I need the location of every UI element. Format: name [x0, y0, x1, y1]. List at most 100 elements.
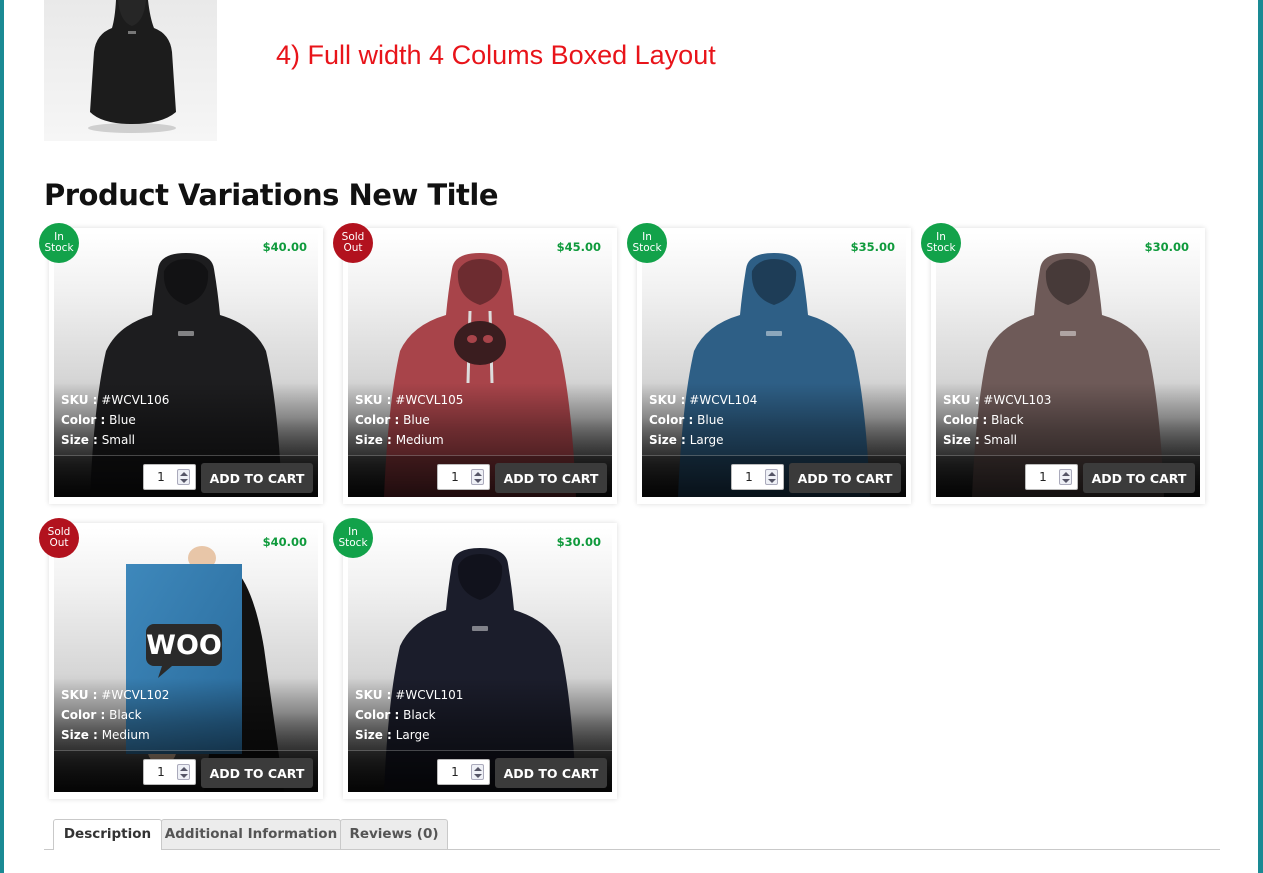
quantity-value[interactable]: 1 [438, 765, 472, 779]
add-to-cart-button[interactable]: ADD TO CART [1083, 463, 1195, 493]
size-value: Medium [395, 433, 444, 447]
size-label: Size : [649, 433, 686, 447]
product-price: $40.00 [262, 535, 307, 549]
svg-text:WOO: WOO [146, 630, 222, 661]
add-to-cart-button[interactable]: ADD TO CART [495, 758, 607, 788]
quantity-value[interactable]: 1 [438, 470, 472, 484]
add-to-cart-button[interactable]: ADD TO CART [201, 758, 313, 788]
color-label: Color : [355, 708, 400, 722]
quantity-value[interactable]: 1 [144, 765, 178, 779]
window-frame-right [1258, 0, 1263, 873]
product-meta: SKU : #WCVL104 Color : Blue Size : Large [649, 390, 757, 450]
sku-value: #WCVL106 [101, 393, 170, 407]
product-image[interactable]: WOO $40.00 SKU : #WCVL102 Color : Black Size… [54, 528, 318, 792]
product-meta: SKU : #WCVL101 Color : Black Size : Large [355, 685, 463, 745]
product-image[interactable]: $40.00 SKU : #WCVL106 Color : Blue Size : S… [54, 233, 318, 497]
size-value: Small [983, 433, 1018, 447]
arrow-down-icon[interactable] [474, 479, 482, 483]
product-image[interactable]: $35.00 SKU : #WCVL104 Color : Blue Size : L… [642, 233, 906, 497]
cart-bar: 1 ADD TO CART [54, 455, 318, 497]
product-card[interactable]: $30.00 SKU : #WCVL103 Color : Black Size : … [931, 228, 1205, 504]
size-value: Medium [101, 728, 150, 742]
quantity-stepper[interactable]: 1 [1025, 464, 1078, 490]
quantity-value[interactable]: 1 [1026, 470, 1060, 484]
sku-line: SKU : #WCVL104 [649, 390, 757, 410]
size-line: Size : Large [355, 725, 463, 745]
arrow-up-icon[interactable] [768, 472, 776, 476]
product-card[interactable]: $30.00 SKU : #WCVL101 Color : Black Size : … [343, 523, 617, 799]
sku-line: SKU : #WCVL101 [355, 685, 463, 705]
arrow-up-icon[interactable] [180, 472, 188, 476]
product-price: $45.00 [556, 240, 601, 254]
arrow-up-icon[interactable] [474, 472, 482, 476]
badge-line-2: Stock [338, 537, 368, 549]
size-line: Size : Small [943, 430, 1051, 450]
spinner-arrows-icon[interactable] [1059, 469, 1072, 485]
quantity-stepper[interactable]: 1 [143, 759, 196, 785]
layout-heading: 4) Full width 4 Colums Boxed Layout [276, 40, 716, 70]
arrow-down-icon[interactable] [180, 479, 188, 483]
sku-value: #WCVL104 [689, 393, 758, 407]
sku-value: #WCVL102 [101, 688, 170, 702]
add-to-cart-button[interactable]: ADD TO CART [495, 463, 607, 493]
spinner-arrows-icon[interactable] [471, 469, 484, 485]
size-label: Size : [355, 728, 392, 742]
sku-line: SKU : #WCVL103 [943, 390, 1051, 410]
product-card[interactable]: WOO $40.00 SKU : #WCVL102 Color : Black Size… [49, 523, 323, 799]
stock-badge: In Stock [627, 223, 667, 263]
color-value: Black [109, 708, 142, 722]
stock-badge: In Stock [921, 223, 961, 263]
sku-label: SKU : [61, 393, 98, 407]
arrow-up-icon[interactable] [1062, 472, 1070, 476]
product-image[interactable]: $30.00 SKU : #WCVL101 Color : Black Size : … [348, 528, 612, 792]
product-price: $40.00 [262, 240, 307, 254]
spinner-arrows-icon[interactable] [177, 764, 190, 780]
badge-line-2: Out [49, 537, 69, 549]
spinner-arrows-icon[interactable] [765, 469, 778, 485]
product-card[interactable]: $35.00 SKU : #WCVL104 Color : Blue Size : L… [637, 228, 911, 504]
size-value: Small [101, 433, 136, 447]
quantity-stepper[interactable]: 1 [731, 464, 784, 490]
quantity-value[interactable]: 1 [732, 470, 766, 484]
product-card[interactable]: $40.00 SKU : #WCVL106 Color : Blue Size : S… [49, 228, 323, 504]
quantity-value[interactable]: 1 [144, 470, 178, 484]
size-label: Size : [943, 433, 980, 447]
color-line: Color : Black [943, 410, 1051, 430]
stock-badge: Sold Out [333, 223, 373, 263]
product-price: $35.00 [850, 240, 895, 254]
arrow-down-icon[interactable] [474, 774, 482, 778]
quantity-stepper[interactable]: 1 [143, 464, 196, 490]
product-image[interactable]: $45.00 SKU : #WCVL105 Color : Blue Size : M… [348, 233, 612, 497]
arrow-up-icon[interactable] [180, 767, 188, 771]
product-image[interactable]: $30.00 SKU : #WCVL103 Color : Black Size : … [936, 233, 1200, 497]
sku-label: SKU : [61, 688, 98, 702]
tab-description[interactable]: Description [53, 819, 162, 850]
sku-label: SKU : [355, 688, 392, 702]
quantity-stepper[interactable]: 1 [437, 759, 490, 785]
product-card[interactable]: $45.00 SKU : #WCVL105 Color : Blue Size : M… [343, 228, 617, 504]
main-product-image[interactable] [44, 0, 217, 141]
product-price: $30.00 [1144, 240, 1189, 254]
sku-label: SKU : [355, 393, 392, 407]
add-to-cart-button[interactable]: ADD TO CART [789, 463, 901, 493]
arrow-down-icon[interactable] [768, 479, 776, 483]
add-to-cart-button[interactable]: ADD TO CART [201, 463, 313, 493]
stock-badge: In Stock [333, 518, 373, 558]
arrow-down-icon[interactable] [1062, 479, 1070, 483]
size-value: Large [395, 728, 430, 742]
sku-value: #WCVL101 [395, 688, 464, 702]
spinner-arrows-icon[interactable] [471, 764, 484, 780]
badge-line-2: Stock [632, 242, 662, 254]
size-label: Size : [355, 433, 392, 447]
arrow-up-icon[interactable] [474, 767, 482, 771]
color-line: Color : Blue [355, 410, 463, 430]
tab-reviews[interactable]: Reviews (0) [340, 819, 448, 849]
tab-additional-information[interactable]: Additional Information [161, 819, 341, 849]
stock-badge: Sold Out [39, 518, 79, 558]
arrow-down-icon[interactable] [180, 774, 188, 778]
spinner-arrows-icon[interactable] [177, 469, 190, 485]
color-value: Blue [109, 413, 136, 427]
cart-bar: 1 ADD TO CART [936, 455, 1200, 497]
quantity-stepper[interactable]: 1 [437, 464, 490, 490]
size-line: Size : Medium [61, 725, 169, 745]
